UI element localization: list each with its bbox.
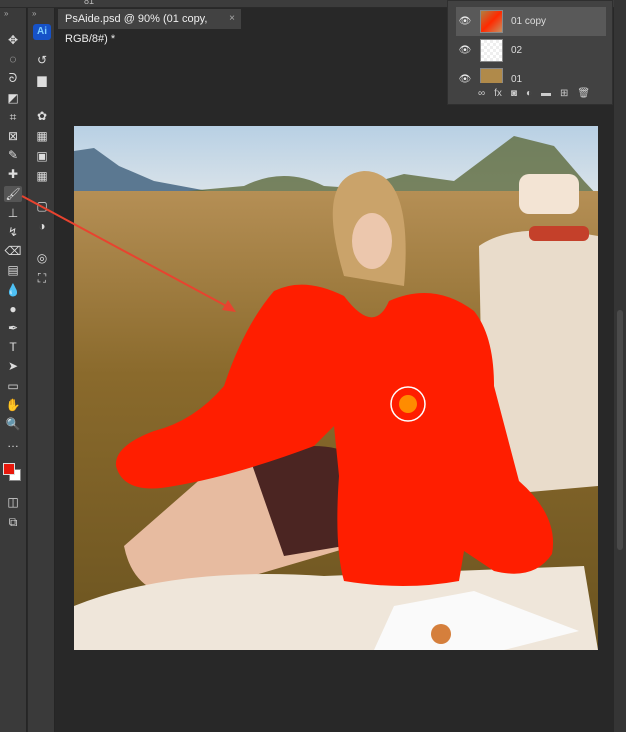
layer-row[interactable]: 👁 01 (456, 65, 606, 83)
layer-thumbnail (480, 10, 503, 33)
layers-footer: ∞ fx ◙ ◐ ▬ ⊞ 🗑 (448, 83, 612, 103)
foreground-color-swatch[interactable] (3, 463, 15, 475)
scrollbar[interactable] (614, 0, 626, 732)
fx-icon[interactable]: fx (494, 88, 502, 99)
layer-row[interactable]: 👁 01 copy (456, 7, 606, 36)
layer-thumbnail (480, 68, 503, 83)
trash-icon[interactable]: 🗑 (577, 88, 590, 99)
layer-name: 01 (511, 74, 523, 83)
mask-icon[interactable]: ◙ (511, 88, 517, 99)
eye-icon[interactable]: 👁 (456, 7, 474, 36)
folder-icon[interactable]: ▬ (541, 88, 551, 99)
eye-icon[interactable]: 👁 (456, 65, 474, 83)
link-icon[interactable]: ∞ (478, 88, 485, 99)
layer-name: 02 (511, 45, 523, 56)
scrollbar-thumb[interactable] (617, 310, 623, 550)
layer-thumbnail (480, 39, 503, 62)
layer-row[interactable]: 👁 02 (456, 36, 606, 65)
layers-panel: 👁 01 copy 👁 02 👁 01 ∞ fx ◙ ◐ ▬ ⊞ 🗑 (447, 0, 613, 105)
annotation-arrow (21, 195, 236, 312)
adjustment-layer-icon[interactable]: ◐ (526, 88, 532, 99)
new-layer-icon[interactable]: ⊞ (560, 88, 568, 99)
eye-icon[interactable]: 👁 (456, 36, 474, 65)
layer-name: 01 copy (511, 16, 547, 27)
